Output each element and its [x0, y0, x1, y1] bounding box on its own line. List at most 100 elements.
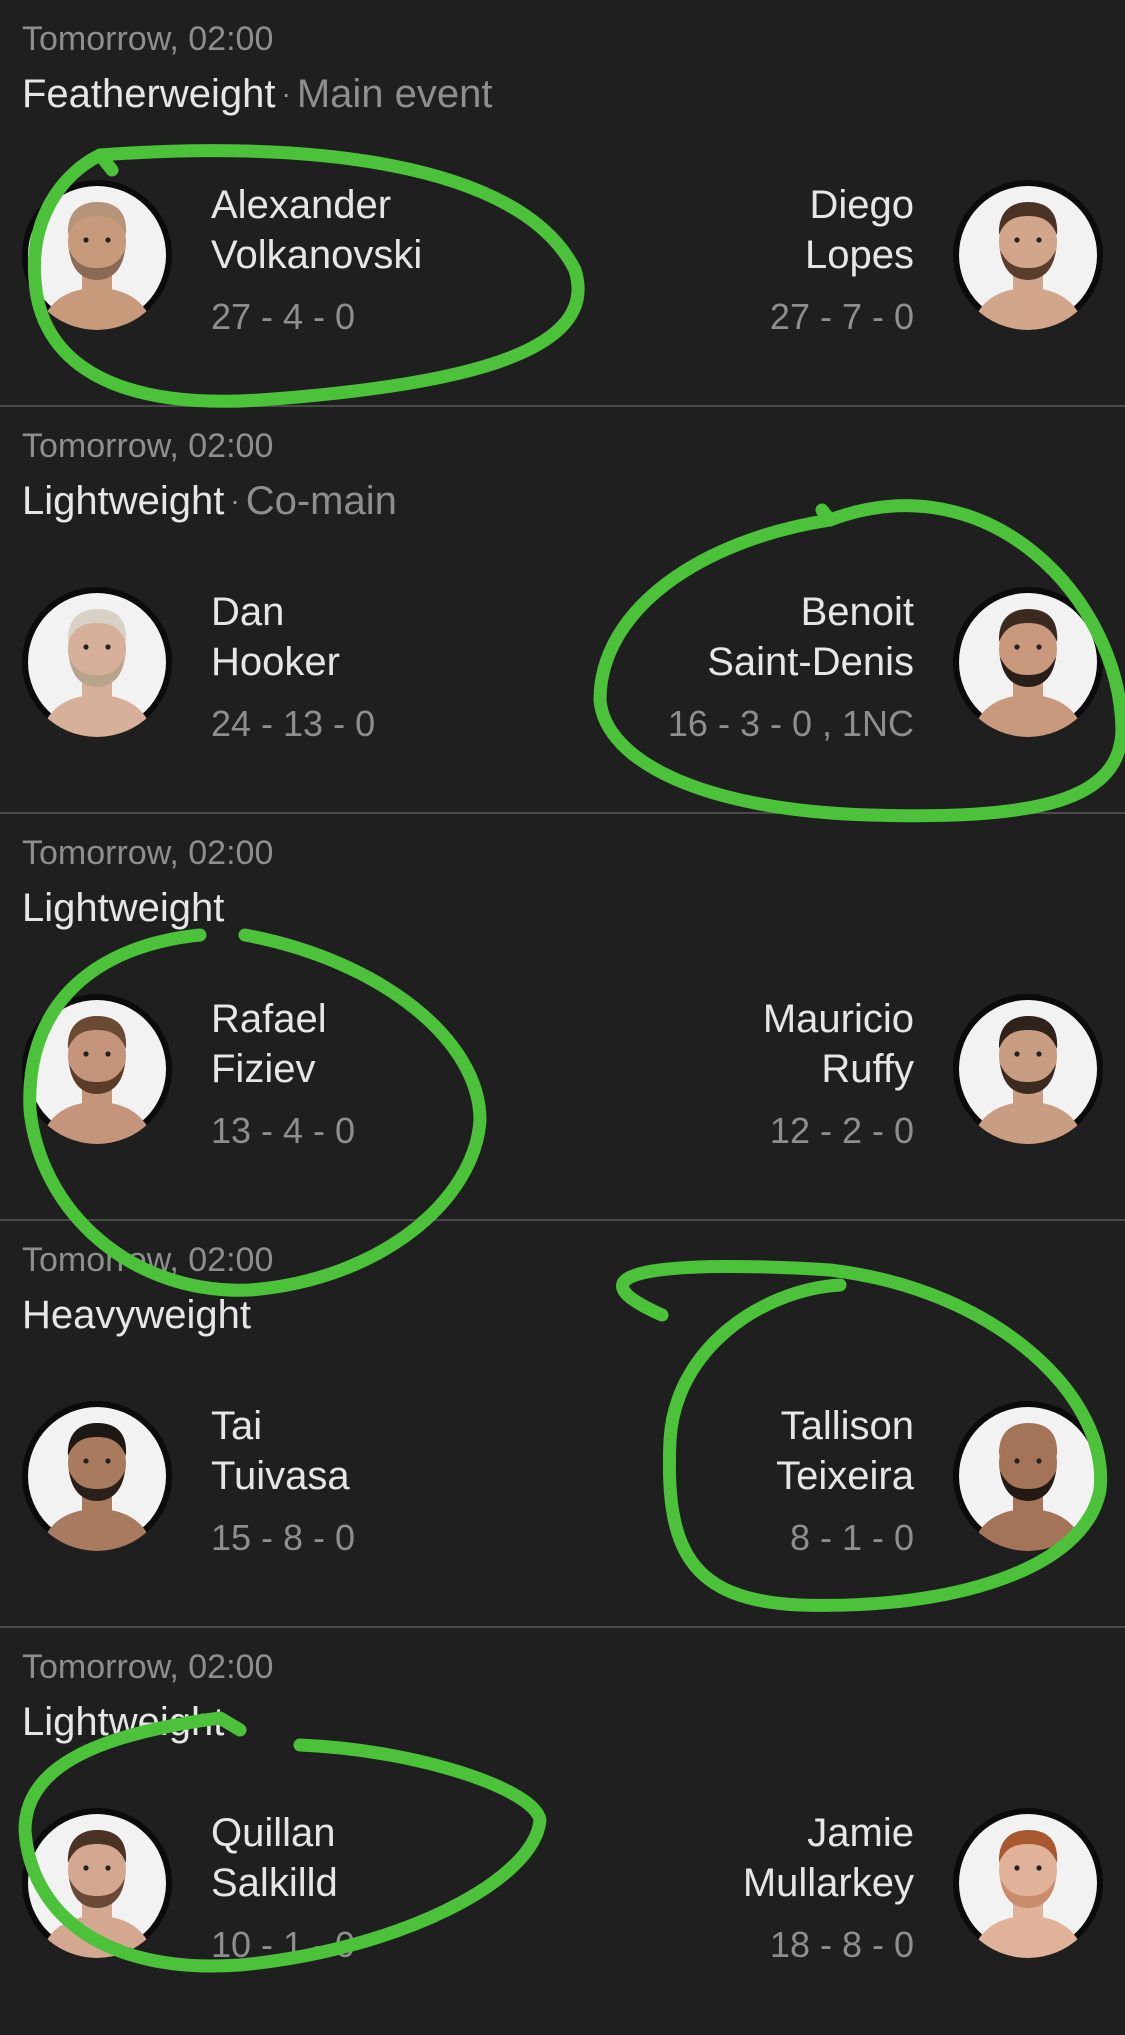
fighter-avatar-right[interactable]: [953, 994, 1103, 1144]
fight-card[interactable]: Tomorrow, 02:00 Lightweight Rafael Fizie…: [0, 814, 1125, 1221]
fighter-name-right[interactable]: Jamie Mullarkey: [743, 1808, 914, 1908]
fighter-record-left: 15 - 8 - 0: [211, 1517, 356, 1558]
fighter-avatar-right[interactable]: [953, 1401, 1103, 1551]
fighter-eye: [1036, 1051, 1042, 1057]
fighter-name-left[interactable]: Dan Hooker: [211, 587, 340, 687]
fighter-eye: [1036, 644, 1042, 650]
fighter-record-right: 18 - 8 - 0: [769, 1924, 914, 1965]
fighter-last-name: Salkilld: [211, 1861, 338, 1905]
fighter-eye: [105, 1458, 111, 1464]
fighter-eye: [83, 1458, 89, 1464]
fight-title: Lightweight: [22, 1700, 224, 1745]
event-separator: ·: [281, 78, 291, 109]
fighter-name-right[interactable]: Tallison Teixeira: [776, 1401, 914, 1501]
fight-list: Tomorrow, 02:00 Featherweight · Main event…: [0, 0, 1125, 2035]
weight-class: Lightweight: [22, 886, 225, 930]
fight-card[interactable]: Tomorrow, 02:00 Heavyweight Tai Tuivasa …: [0, 1221, 1125, 1628]
fighter-name-left[interactable]: Tai Tuivasa: [211, 1401, 350, 1501]
fighter-eye: [1014, 644, 1020, 650]
fighter-eye: [83, 1865, 89, 1871]
fight-time: Tomorrow, 02:00: [22, 20, 274, 58]
fighter-record-right: 16 - 3 - 0 , 1NC: [667, 703, 914, 744]
fighter-eye: [105, 237, 111, 243]
fighter-avatar-right[interactable]: [953, 1808, 1103, 1958]
fighter-first-name: Dan: [211, 590, 285, 634]
fighter-record-left: 10 - 1 - 0: [211, 1924, 356, 1965]
fighter-eye: [1014, 237, 1020, 243]
fighter-last-name: Tuivasa: [211, 1454, 350, 1498]
fight-title: Lightweight: [22, 886, 224, 931]
fighter-eye: [1036, 237, 1042, 243]
fighter-name-left[interactable]: Quillan Salkilld: [211, 1808, 338, 1908]
fighter-avatar-left[interactable]: [22, 994, 172, 1144]
fighter-eye: [1036, 1458, 1042, 1464]
fighter-last-name: Hooker: [211, 640, 340, 684]
fighter-avatar-left[interactable]: [22, 180, 172, 330]
event-tag: Main event: [296, 72, 493, 116]
fighter-last-name: Saint-Denis: [707, 640, 914, 684]
fighter-first-name: Tai: [211, 1404, 263, 1448]
fighter-eye: [1014, 1458, 1020, 1464]
fighter-first-name: Diego: [809, 183, 914, 227]
weight-class: Lightweight: [22, 479, 225, 523]
fighter-avatar-right[interactable]: [953, 180, 1103, 330]
fighter-portrait: [953, 587, 1103, 737]
fighter-first-name: Quillan: [211, 1811, 336, 1855]
fighter-portrait: [953, 1401, 1103, 1551]
fighter-avatar-left[interactable]: [22, 587, 172, 737]
fight-time: Tomorrow, 02:00: [22, 427, 274, 465]
fight-card[interactable]: Tomorrow, 02:00 Lightweight Quillan Salk…: [0, 1628, 1125, 2035]
fighter-eye: [1014, 1051, 1020, 1057]
fighter-record-left: 27 - 4 - 0: [211, 296, 356, 337]
fighter-first-name: Rafael: [211, 997, 327, 1041]
fight-title: Featherweight · Main event: [22, 72, 492, 117]
fighter-portrait: [953, 1808, 1103, 1958]
fighter-name-right[interactable]: Mauricio Ruffy: [763, 994, 914, 1094]
fighter-last-name: Volkanovski: [211, 233, 423, 277]
fighter-name-left[interactable]: Rafael Fiziev: [211, 994, 327, 1094]
fighter-record-left: 13 - 4 - 0: [211, 1110, 356, 1151]
fighter-record-left: 24 - 13 - 0: [211, 703, 376, 744]
fight-card[interactable]: Tomorrow, 02:00 Lightweight · Co-main Dan …: [0, 407, 1125, 814]
fighter-portrait: [22, 587, 172, 737]
fighter-name-right[interactable]: Diego Lopes: [805, 180, 914, 280]
weight-class: Lightweight: [22, 1700, 225, 1744]
fight-time: Tomorrow, 02:00: [22, 1241, 274, 1279]
weight-class: Featherweight: [22, 72, 276, 116]
fighter-last-name: Ruffy: [821, 1047, 914, 1091]
fighter-eye: [83, 644, 89, 650]
fighter-eye: [83, 1051, 89, 1057]
fighter-last-name: Fiziev: [211, 1047, 316, 1091]
fighter-eye: [83, 237, 89, 243]
fighter-record-right: 12 - 2 - 0: [769, 1110, 914, 1151]
fighter-name-right[interactable]: Benoit Saint-Denis: [707, 587, 914, 687]
fight-title: Heavyweight: [22, 1293, 251, 1338]
fight-time: Tomorrow, 02:00: [22, 1648, 274, 1686]
fighter-first-name: Jamie: [807, 1811, 914, 1855]
fighter-portrait: [953, 180, 1103, 330]
fighter-portrait: [22, 180, 172, 330]
fight-time: Tomorrow, 02:00: [22, 834, 274, 872]
fighter-last-name: Mullarkey: [742, 1861, 914, 1905]
fighter-portrait: [22, 1808, 172, 1958]
fighter-portrait: [22, 1401, 172, 1551]
fighter-first-name: Tallison: [780, 1404, 914, 1448]
fighter-eye: [105, 1865, 111, 1871]
fighter-avatar-left[interactable]: [22, 1808, 172, 1958]
fighter-avatar-right[interactable]: [953, 587, 1103, 737]
fighter-avatar-left[interactable]: [22, 1401, 172, 1551]
weight-class: Heavyweight: [22, 1293, 252, 1337]
fighter-first-name: Alexander: [211, 183, 392, 227]
fighter-eye: [1014, 1865, 1020, 1871]
fighter-eye: [105, 1051, 111, 1057]
fighter-record-right: 27 - 7 - 0: [769, 296, 914, 337]
event-separator: ·: [230, 485, 240, 516]
fighter-first-name: Mauricio: [762, 997, 914, 1041]
fighter-name-left[interactable]: Alexander Volkanovski: [211, 180, 422, 280]
fight-card[interactable]: Tomorrow, 02:00 Featherweight · Main event…: [0, 0, 1125, 407]
fighter-eye: [105, 644, 111, 650]
event-tag: Co-main: [245, 479, 397, 523]
fighter-record-right: 8 - 1 - 0: [789, 1517, 914, 1558]
fighter-last-name: Lopes: [805, 233, 914, 277]
fighter-portrait: [22, 994, 172, 1144]
